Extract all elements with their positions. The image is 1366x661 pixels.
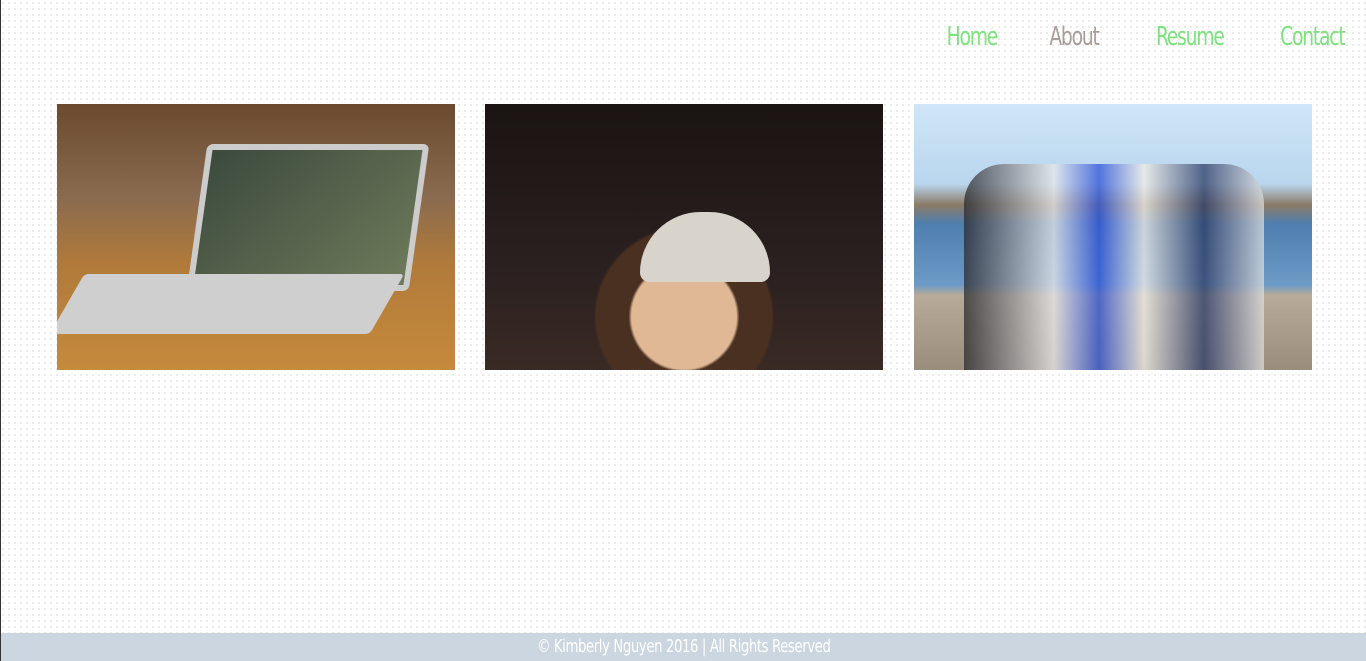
nav-contact[interactable]: Contact bbox=[1280, 22, 1346, 52]
laptop-screen bbox=[186, 144, 430, 291]
nav-resume[interactable]: Resume bbox=[1156, 22, 1225, 52]
nav-home[interactable]: Home bbox=[947, 22, 999, 52]
footer: © Kimberly Nguyen 2016 | All Rights Rese… bbox=[1, 633, 1366, 661]
portrait-photo[interactable] bbox=[485, 104, 883, 370]
laptop-keyboard bbox=[57, 274, 405, 334]
beanie bbox=[640, 212, 770, 282]
group-photo[interactable] bbox=[914, 104, 1312, 370]
group-of-people bbox=[964, 164, 1264, 370]
copyright-text: © Kimberly Nguyen 2016 | All Rights Rese… bbox=[536, 636, 831, 657]
main-nav: Home About Resume Contact bbox=[934, 22, 1346, 52]
laptop-photo[interactable] bbox=[57, 104, 455, 370]
nav-about[interactable]: About bbox=[1049, 22, 1100, 52]
